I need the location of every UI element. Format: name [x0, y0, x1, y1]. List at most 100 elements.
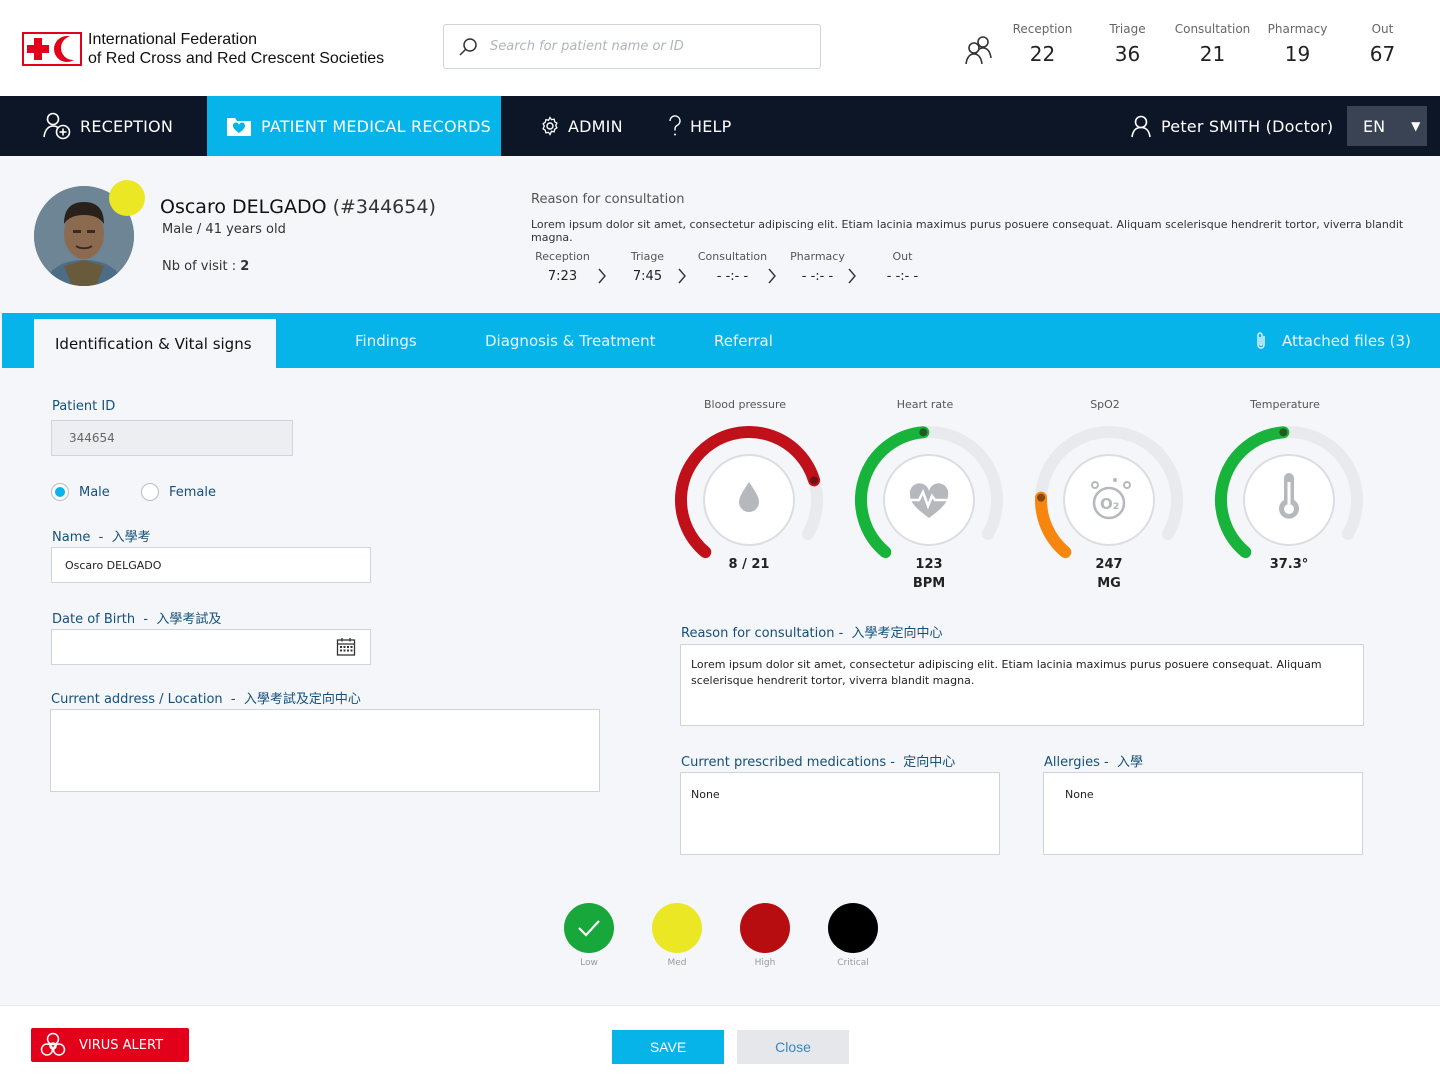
dob-label-alt: 入學考試及 — [156, 612, 222, 627]
add-user-icon — [43, 112, 71, 140]
nav-patient-records[interactable]: PATIENT MEDICAL RECORDS — [207, 96, 501, 156]
tab-identification-vitals[interactable]: Identification & Vital signs — [34, 319, 276, 368]
gauge-value-spo2: 247 MG — [1029, 555, 1189, 593]
stat-reception[interactable]: Reception 22 — [1000, 22, 1085, 66]
language-select[interactable]: EN ▼ — [1347, 106, 1427, 146]
attached-files-label: Attached files (3) — [1282, 331, 1411, 350]
timeline-out: Out - -:- - — [860, 250, 945, 284]
severity-low[interactable]: Low — [564, 903, 614, 968]
dob-label-text: Date of Birth — [52, 612, 136, 627]
nav-label: HELP — [690, 116, 732, 136]
severity-critical[interactable]: Critical — [828, 903, 878, 968]
caret-down-icon: ▼ — [1411, 119, 1421, 133]
rfc-textarea[interactable]: Lorem ipsum dolor sit amet, consectetur … — [680, 644, 1364, 726]
allergies-label-text: Allergies - — [1044, 755, 1109, 770]
name-input[interactable]: Oscaro DELGADO — [51, 547, 371, 583]
close-button[interactable]: Close — [737, 1030, 849, 1064]
red-cross-icon — [24, 34, 52, 64]
severity-high[interactable]: High — [740, 903, 790, 968]
gauge-value-text: 247 — [1095, 557, 1123, 572]
gauge-title-blood-pressure: Blood pressure — [703, 398, 787, 411]
virus-alert-label: VIRUS ALERT — [79, 1037, 164, 1053]
calendar-icon[interactable] — [336, 637, 356, 657]
timeline-label: Reception — [535, 250, 590, 263]
chevron-right-icon — [598, 268, 606, 284]
gauge-1 — [855, 426, 1003, 559]
radio-female[interactable]: Female — [141, 483, 216, 501]
gauge-value-text: 37.3° — [1269, 557, 1309, 572]
nav-help[interactable]: HELP — [668, 96, 732, 156]
patient-id-field[interactable]: 344654 — [51, 420, 293, 456]
gear-icon — [542, 116, 558, 136]
queue-stats: Reception 22 Triage 36 Consultation 21 Phar… — [1000, 22, 1425, 66]
severity-high-dot — [740, 903, 790, 953]
stat-triage[interactable]: Triage 36 — [1085, 22, 1170, 66]
name-label-text: Name — [52, 530, 91, 545]
nav-label: ADMIN — [568, 116, 623, 136]
thermometer-bulb-icon — [1284, 504, 1294, 514]
stat-label: Triage — [1109, 22, 1146, 36]
patient-search[interactable] — [443, 24, 821, 69]
radio-male-label: Male — [79, 484, 110, 500]
main-nav: RECEPTION PATIENT MEDICAL RECORDS ADMIN … — [0, 96, 1440, 156]
gauge-knob — [1279, 428, 1288, 437]
rfc-field-label-alt: 入學考定向中心 — [851, 626, 943, 641]
allergies-label: Allergies - 入學 — [1044, 751, 1143, 770]
stat-label: Pharmacy — [1267, 22, 1328, 36]
virus-alert-button[interactable]: VIRUS ALERT — [31, 1028, 189, 1062]
question-icon — [669, 115, 681, 136]
patient-summary: Oscaro DELGADO (#344654) Male / 41 years… — [0, 156, 1440, 313]
radio-male[interactable]: Male — [51, 483, 110, 501]
allergies-label-alt: 入學 — [1116, 755, 1143, 770]
dob-input[interactable] — [51, 629, 371, 665]
address-textarea[interactable] — [50, 709, 600, 792]
gauge-fill — [1035, 491, 1072, 559]
patient-name: Oscaro DELGADO (#344654) — [160, 196, 436, 218]
severity-label: High — [754, 958, 776, 968]
gauge-title-spo2: SpO2 — [1090, 398, 1120, 411]
radio-female-circle — [141, 483, 159, 501]
attached-files[interactable]: Attached files (3) — [1254, 313, 1411, 368]
bubble-icon — [1113, 478, 1117, 482]
medications-textarea[interactable]: None — [680, 772, 1000, 855]
severity-med[interactable]: Med — [652, 903, 702, 968]
address-label-text: Current address / Location — [51, 692, 223, 707]
rfc-field-label-text: Reason for consultation - — [681, 626, 844, 641]
visit-timeline: Reception 7:23 Triage 7:45 Consultation - -… — [520, 250, 945, 284]
severity-low-dot — [564, 903, 614, 953]
gauge-title-temperature: Temperature — [1250, 398, 1320, 411]
search-icon — [459, 37, 477, 56]
allergies-textarea[interactable]: None — [1043, 772, 1363, 855]
gauge-value-temperature: 37.3° — [1209, 555, 1369, 574]
search-input[interactable] — [490, 39, 810, 54]
tab-diagnosis-treatment[interactable]: Diagnosis & Treatment — [485, 313, 655, 368]
stat-label: Out — [1371, 22, 1394, 36]
user-menu[interactable]: Peter SMITH (Doctor) — [1129, 96, 1333, 156]
medications-label-text: Current prescribed medications - — [681, 755, 895, 770]
radio-female-label: Female — [169, 484, 217, 500]
save-button[interactable]: SAVE — [612, 1030, 724, 1064]
nav-reception[interactable]: RECEPTION — [42, 96, 173, 156]
gauge-unit-text: BPM — [912, 576, 946, 591]
nav-label: RECEPTION — [80, 116, 174, 136]
nav-label: PATIENT MEDICAL RECORDS — [261, 116, 492, 136]
nav-admin[interactable]: ADMIN — [540, 96, 623, 156]
stat-value: 22 — [1029, 42, 1056, 66]
patient-name-text: Oscaro DELGADO — [160, 196, 327, 218]
consultation-reason-text: Lorem ipsum dolor sit amet, consectetur … — [531, 218, 1404, 244]
tab-findings[interactable]: Findings — [355, 313, 417, 368]
stat-out[interactable]: Out 67 — [1340, 22, 1425, 66]
ifrc-logo[interactable]: International Federation of Red Cross an… — [22, 30, 384, 68]
triage-status-indicator — [109, 180, 145, 216]
action-footer: VIRUS ALERT SAVE Close — [0, 1005, 1440, 1080]
severity-label: Low — [580, 958, 598, 968]
paperclip-icon — [1257, 331, 1265, 349]
stat-consultation[interactable]: Consultation 21 — [1170, 22, 1255, 66]
stat-pharmacy[interactable]: Pharmacy 19 — [1255, 22, 1340, 66]
dob-label: Date of Birth - 入學考試及 — [52, 612, 222, 627]
app-header: International Federation of Red Cross an… — [0, 0, 1440, 96]
address-label-alt: 入學考試及定向中心 — [243, 692, 361, 707]
tab-referral[interactable]: Referral — [714, 313, 773, 368]
name-label: Name - 入學考 — [52, 530, 151, 545]
gauge-value-blood-pressure: 8 / 21 — [669, 555, 829, 574]
